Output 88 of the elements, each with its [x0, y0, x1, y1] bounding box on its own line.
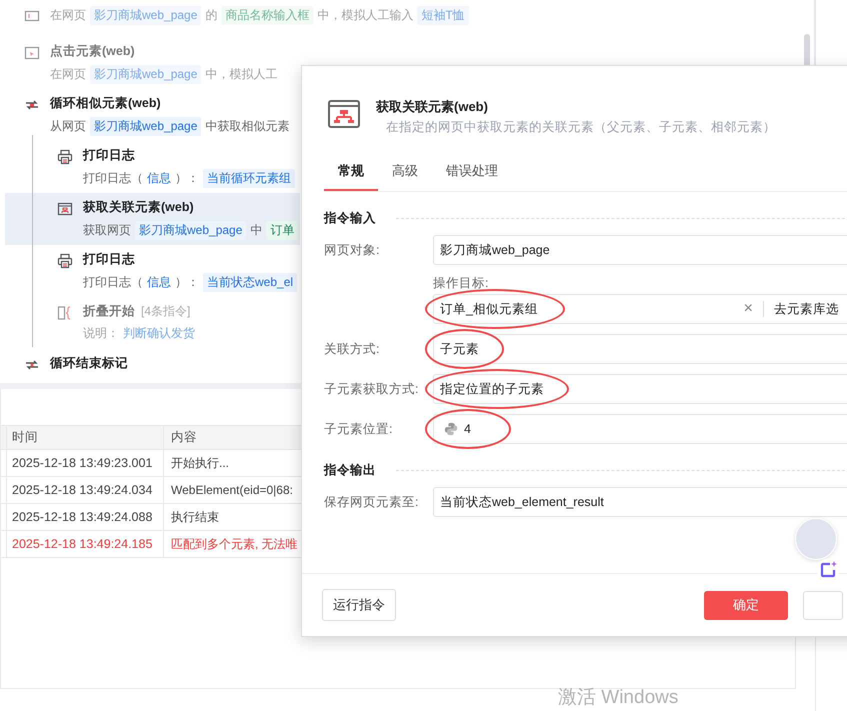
step-title: 循环相似元素(web) [50, 95, 161, 112]
snake-logo-icon [444, 422, 458, 436]
variable-tag: 影刀商城web_page [90, 65, 202, 84]
log-time: 2025-12-18 13:49:24.034 [7, 477, 164, 503]
run-command-button[interactable]: 运行指令 [322, 589, 396, 621]
step-title: 打印日志 [83, 251, 135, 268]
tab[interactable]: 常规 [324, 154, 378, 191]
number-input-field[interactable]: 4 [433, 414, 847, 444]
printer-icon [57, 253, 73, 269]
window-tree-icon [328, 100, 360, 128]
description-text: 在网页 [50, 66, 86, 83]
description-text: 说明： [83, 325, 119, 342]
workflow-step[interactable]: 循环结束标记 [0, 349, 300, 401]
confirm-button[interactable]: 确定 [704, 590, 788, 620]
dropdown-field[interactable]: 影刀商城web_page [433, 235, 847, 265]
section-heading: 指令输入 [324, 210, 376, 227]
description-text: 的 [205, 7, 218, 24]
dialog-title: 获取关联元素(web) [376, 98, 489, 116]
description-text: 中 [250, 222, 262, 239]
description-text: ）： [175, 170, 199, 187]
log-message: WebElement(eid=0|68: [170, 483, 293, 497]
column-header: 内容 [170, 429, 197, 446]
step-title: 获取关联元素(web) [83, 199, 194, 216]
input-box-icon [24, 8, 40, 24]
field-label: 操作目标: [433, 275, 490, 292]
field-value: 指定位置的子元素 [440, 380, 544, 398]
clear-button[interactable]: × [744, 300, 753, 318]
window-tree-icon [57, 201, 73, 217]
field-value: 当前状态web_element_result [440, 494, 604, 510]
description-text: 获取网页 [83, 222, 131, 239]
element-picker-field[interactable]: 订单_相似元素组 × 去元素库选 [433, 294, 847, 324]
field-label: 网页对象: [324, 242, 380, 258]
log-message: 执行结束 [170, 508, 219, 526]
dropdown-field[interactable]: 指定位置的子元素 [433, 374, 847, 404]
element-tag: 商品名称输入框 [221, 6, 314, 25]
log-message: 开始执行... [170, 454, 230, 472]
library-link[interactable]: 去元素库选 [774, 300, 839, 318]
description-text: 打印日志（ [83, 274, 143, 291]
log-message: 匹配到多个元素, 无法唯 [170, 536, 298, 552]
step-count-note: [4条指令] [141, 303, 190, 320]
description-text: 中，模拟人工 [205, 66, 278, 83]
description-text: 中获取相似元素 [205, 118, 290, 135]
variable-tag: 当前状态web_el [203, 273, 298, 292]
variable-tag: 影刀商城web_page [135, 221, 246, 240]
element-tag: 订单 [266, 221, 298, 240]
description-text: 打印日志（ [83, 170, 143, 187]
log-time: 2025-12-18 13:49:24.185 [7, 531, 164, 557]
step-title: 点击元素(web) [50, 43, 135, 60]
printer-icon [57, 149, 73, 165]
column-header: 时间 [7, 426, 164, 449]
field-label: 关联方式: [324, 340, 380, 358]
description-text: 从网页 [50, 118, 86, 135]
variable-tag: 短袖T恤 [417, 6, 469, 25]
step-title: 折叠开始 [83, 303, 135, 320]
variable-tag: 当前循环元素组 [203, 169, 295, 188]
field-label: 保存网页元素至: [324, 494, 420, 510]
system-notice-text: 激活 Windows [558, 686, 678, 710]
dropdown-field[interactable]: 子元素 [433, 334, 847, 364]
field-value: 订单_相似元素组 [440, 300, 538, 318]
section-heading: 指令输出 [324, 462, 376, 479]
workflow-step[interactable]: 打印日志 打印日志（ 信息 ）： 当前状态web_el [0, 245, 300, 297]
field-value: 4 [464, 422, 471, 436]
tab[interactable]: 错误处理 [432, 154, 512, 191]
log-time: 2025-12-18 13:49:24.088 [7, 504, 164, 530]
keyword-text: 信息 [147, 274, 171, 291]
variable-tag: 影刀商城web_page [90, 117, 202, 136]
description-text: 在网页 [50, 7, 86, 24]
field-value: 子元素 [440, 340, 479, 358]
workflow-step[interactable]: 获取关联元素(web) 获取网页 影刀商城web_page 中 订单 [5, 193, 300, 245]
dialog-subtitle: 在指定的网页中获取元素的关联元素（父元素、子元素、相邻元素） [386, 119, 776, 136]
step-title: 循环结束标记 [50, 355, 128, 372]
tab[interactable]: 高级 [378, 154, 432, 191]
step-title: 打印日志 [83, 147, 135, 164]
cut-off-button[interactable] [803, 590, 843, 620]
keyword-text: 信息 [147, 170, 171, 187]
log-time: 2025-12-18 13:49:23.001 [7, 450, 164, 476]
workflow-step[interactable]: 循环相似元素(web) 从网页 影刀商城web_page 中获取相似元素 [0, 89, 300, 141]
keyword-text: 判断确认发货 [123, 325, 195, 342]
variable-tag: 影刀商城web_page [90, 6, 202, 25]
field-label: 子元素获取方式: [324, 380, 420, 398]
description-text: 中，模拟人工输入 [317, 7, 414, 24]
field-label: 子元素位置: [324, 420, 394, 438]
cursor-window-icon [24, 45, 40, 61]
fold-bracket-icon [57, 305, 73, 321]
description-text: ）： [175, 274, 199, 291]
workflow-step[interactable]: 打印日志 打印日志（ 信息 ）： 当前循环元素组 [0, 141, 300, 193]
dropdown-field[interactable]: 当前状态web_element_result [433, 487, 847, 517]
field-value: 影刀商城web_page [440, 242, 550, 258]
